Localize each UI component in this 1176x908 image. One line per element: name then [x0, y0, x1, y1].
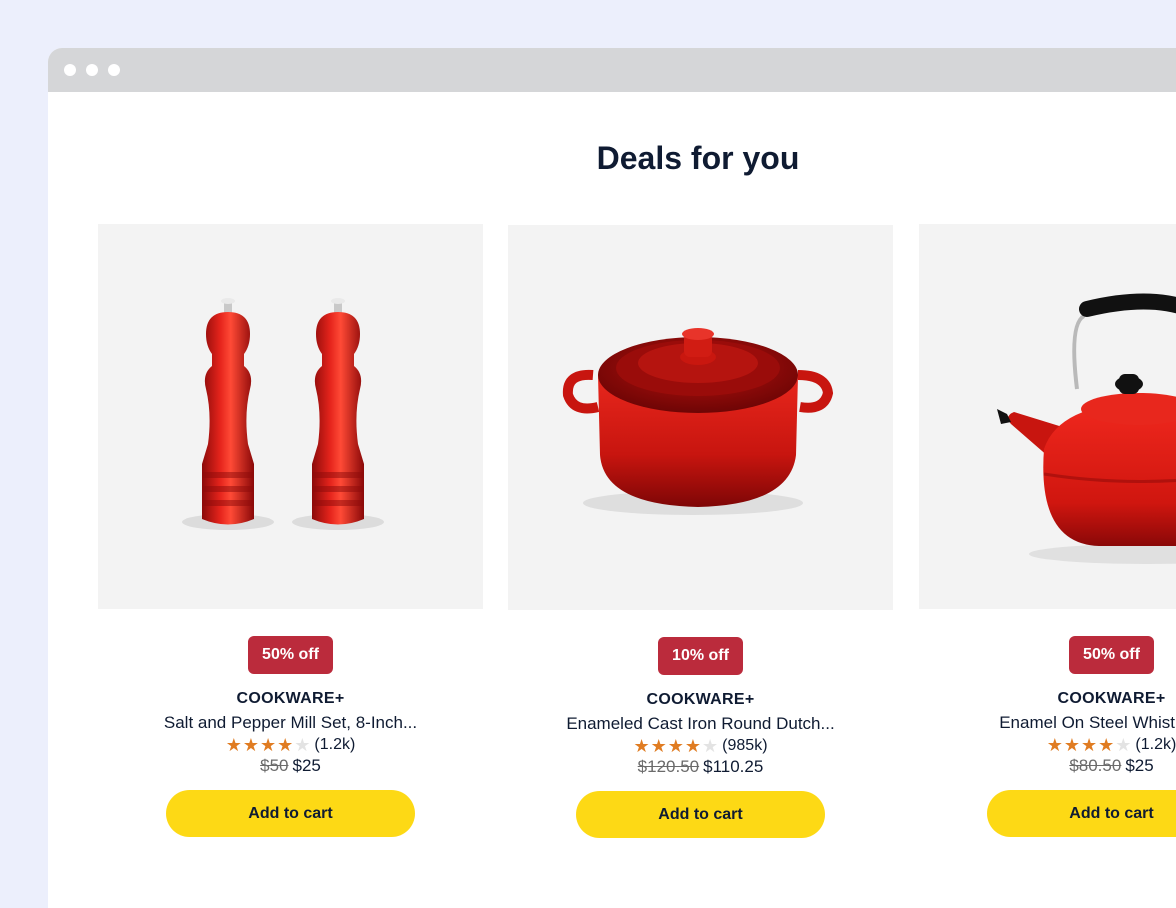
star-empty-icon: ★	[1115, 735, 1132, 755]
window-dot-icon	[86, 64, 98, 76]
star-filled-icon: ★	[1098, 735, 1115, 755]
product-card[interactable]: 10% off COOKWARE+ Enameled Cast Iron Rou…	[508, 225, 893, 838]
star-filled-icon: ★	[1063, 735, 1080, 755]
star-filled-icon: ★	[667, 736, 684, 756]
star-filled-icon: ★	[1046, 735, 1063, 755]
star-empty-icon: ★	[702, 736, 719, 756]
star-rating: ★ ★ ★ ★ ★	[226, 736, 311, 754]
review-count[interactable]: (985k)	[722, 737, 767, 755]
window-dot-icon	[108, 64, 120, 76]
product-card[interactable]: 50% off COOKWARE+ Enamel On Steel Whistl…	[919, 224, 1176, 837]
star-filled-icon: ★	[277, 735, 294, 755]
star-filled-icon: ★	[684, 736, 702, 756]
product-name[interactable]: Salt and Pepper Mill Set, 8-Inch...	[98, 713, 483, 733]
review-count[interactable]: (1.2k)	[1135, 736, 1176, 754]
sale-price: $110.25	[703, 757, 764, 776]
page-content: Deals for you 50% off COOKWARE+ Salt and…	[48, 92, 1176, 908]
star-rating: ★ ★ ★ ★ ★	[633, 737, 718, 755]
star-filled-icon: ★	[259, 735, 277, 755]
add-to-cart-button[interactable]: Add to cart	[987, 790, 1176, 837]
star-filled-icon: ★	[650, 736, 667, 756]
star-filled-icon: ★	[633, 736, 650, 756]
star-filled-icon: ★	[1080, 735, 1098, 755]
sale-price: $25	[1125, 756, 1154, 775]
product-price: $50 $25	[98, 756, 483, 776]
product-price: $120.50 $110.25	[508, 757, 893, 777]
product-card[interactable]: 50% off COOKWARE+ Salt and Pepper Mill S…	[98, 224, 483, 837]
product-brand: COOKWARE+	[1057, 690, 1166, 707]
product-rating: ★ ★ ★ ★ ★ (1.2k)	[919, 736, 1176, 754]
page-title: Deals for you	[596, 140, 800, 176]
window-dot-icon	[64, 64, 76, 76]
star-rating: ★ ★ ★ ★ ★	[1047, 736, 1132, 754]
product-brand: COOKWARE+	[236, 690, 345, 707]
sale-price: $25	[292, 756, 321, 775]
browser-window: Deals for you 50% off COOKWARE+ Salt and…	[48, 48, 1176, 908]
discount-badge: 50% off	[248, 636, 333, 674]
original-price: $120.50	[637, 757, 700, 776]
dutch-oven-image	[562, 328, 834, 515]
product-brand: COOKWARE+	[646, 691, 755, 708]
add-to-cart-button[interactable]: Add to cart	[166, 790, 415, 837]
original-price: $50	[260, 756, 289, 775]
product-rating: ★ ★ ★ ★ ★ (1.2k)	[98, 736, 483, 754]
discount-badge: 50% off	[1069, 636, 1154, 674]
original-price: $80.50	[1069, 756, 1122, 775]
product-price: $80.50 $25	[919, 756, 1176, 776]
star-empty-icon: ★	[294, 735, 311, 755]
star-filled-icon: ★	[242, 735, 259, 755]
product-name[interactable]: Enamel On Steel Whistling Te	[919, 713, 1176, 733]
discount-badge: 10% off	[658, 637, 743, 675]
star-filled-icon: ★	[225, 735, 242, 755]
pepper-mill-set-image	[182, 298, 384, 530]
product-image[interactable]	[508, 225, 893, 610]
product-image[interactable]	[919, 224, 1176, 609]
tea-kettle-image	[997, 293, 1176, 564]
window-titlebar	[48, 48, 1176, 92]
product-rating: ★ ★ ★ ★ ★ (985k)	[508, 737, 893, 755]
product-image[interactable]	[98, 224, 483, 609]
product-name[interactable]: Enameled Cast Iron Round Dutch...	[508, 714, 893, 734]
review-count[interactable]: (1.2k)	[314, 736, 355, 754]
add-to-cart-button[interactable]: Add to cart	[576, 791, 825, 838]
